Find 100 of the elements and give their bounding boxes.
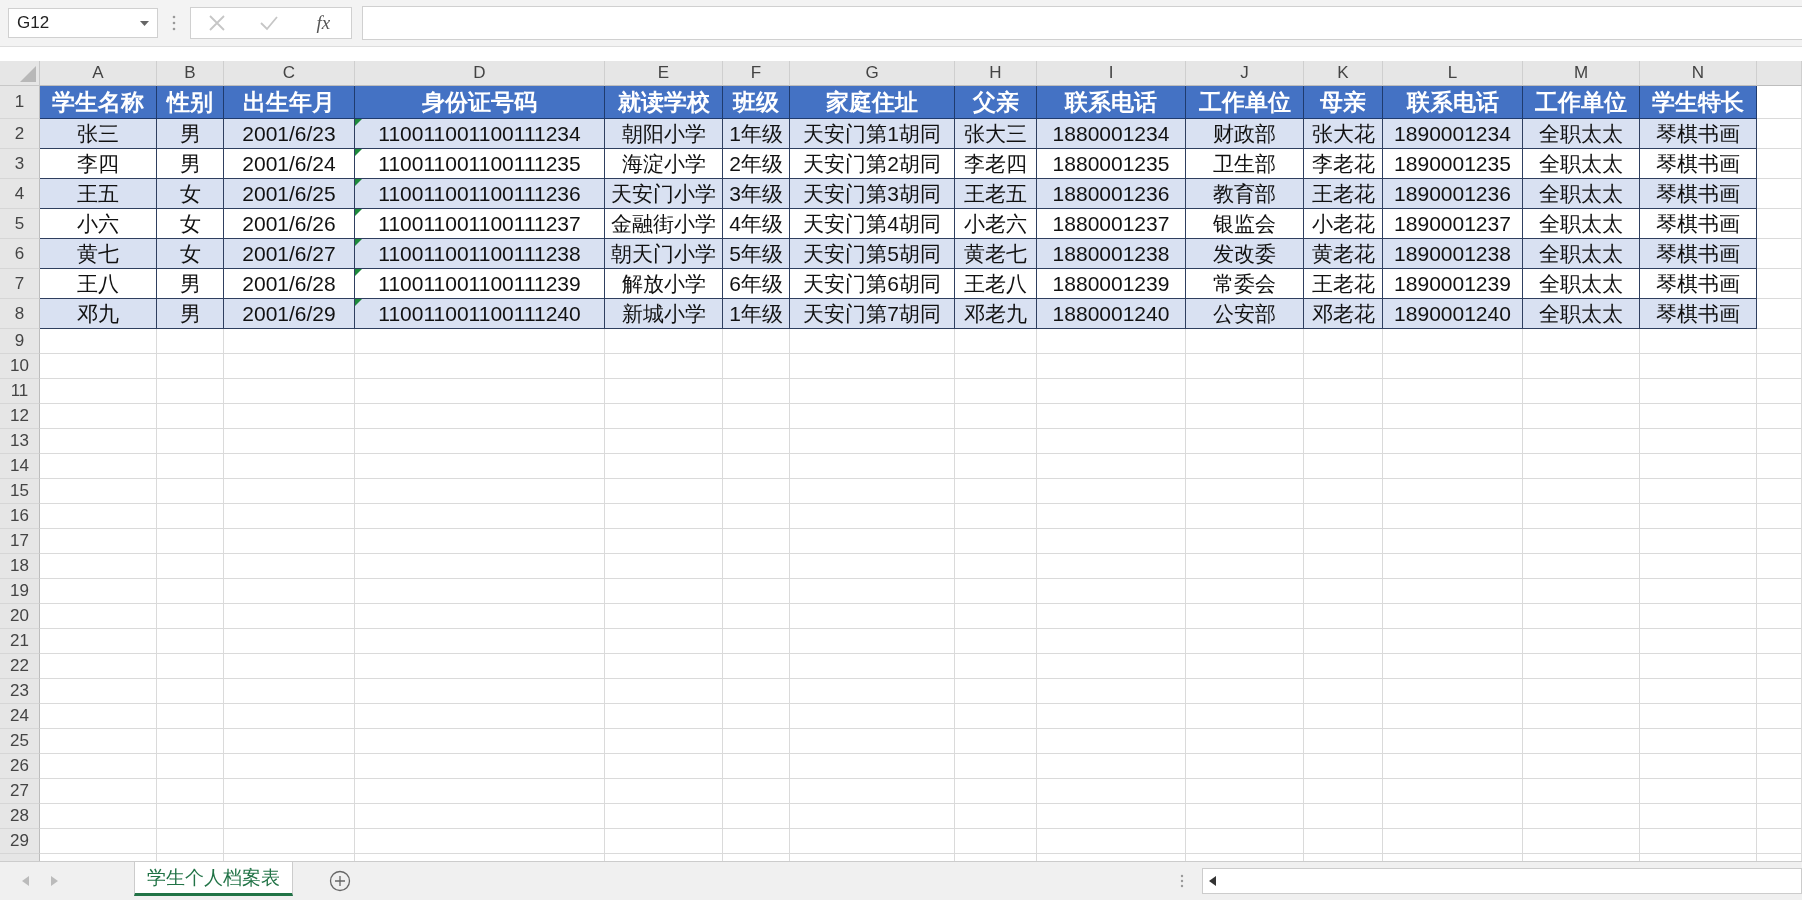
empty-cell[interactable] (157, 779, 224, 804)
empty-cell[interactable] (1304, 679, 1383, 704)
empty-cell[interactable] (1037, 704, 1186, 729)
empty-cell[interactable] (1383, 404, 1523, 429)
row-header[interactable]: 27 (0, 779, 40, 804)
empty-cell[interactable] (224, 404, 355, 429)
empty-cell[interactable] (723, 829, 790, 854)
empty-cell[interactable] (1037, 629, 1186, 654)
empty-cell[interactable] (1304, 404, 1383, 429)
empty-cell[interactable] (1383, 604, 1523, 629)
empty-cell[interactable] (157, 679, 224, 704)
empty-cell[interactable] (723, 529, 790, 554)
empty-cell[interactable] (605, 329, 723, 354)
empty-cell[interactable] (790, 504, 955, 529)
empty-cell[interactable] (605, 829, 723, 854)
empty-cell[interactable] (790, 654, 955, 679)
empty-cell[interactable] (1523, 479, 1640, 504)
empty-cell[interactable] (224, 429, 355, 454)
empty-cell[interactable] (1186, 629, 1304, 654)
empty-cell[interactable] (157, 604, 224, 629)
empty-cell[interactable] (1757, 729, 1802, 754)
empty-cell[interactable] (1523, 454, 1640, 479)
empty-cell[interactable] (955, 804, 1037, 829)
empty-cell[interactable] (1304, 579, 1383, 604)
empty-cell[interactable] (605, 579, 723, 604)
empty-cell[interactable] (1186, 329, 1304, 354)
row-header[interactable]: 10 (0, 354, 40, 379)
empty-cell[interactable] (224, 329, 355, 354)
empty-cell[interactable] (605, 754, 723, 779)
empty-cell[interactable] (790, 779, 955, 804)
empty-cell[interactable] (605, 429, 723, 454)
empty-cell[interactable] (1186, 529, 1304, 554)
column-header[interactable]: F (723, 61, 790, 86)
row-header[interactable]: 23 (0, 679, 40, 704)
empty-cell[interactable] (1757, 454, 1802, 479)
empty-cell[interactable] (157, 804, 224, 829)
empty-cell[interactable] (224, 579, 355, 604)
empty-cell[interactable] (1383, 804, 1523, 829)
empty-cell[interactable] (605, 779, 723, 804)
checkmark-icon[interactable] (259, 15, 280, 31)
empty-cell[interactable] (355, 479, 605, 504)
empty-cell[interactable] (955, 654, 1037, 679)
empty-cell[interactable] (1640, 379, 1757, 404)
empty-cell[interactable] (723, 454, 790, 479)
empty-cell[interactable] (1304, 729, 1383, 754)
empty-cell[interactable] (224, 829, 355, 854)
empty-cell[interactable] (1383, 704, 1523, 729)
empty-cell[interactable] (1304, 629, 1383, 654)
empty-cell[interactable] (1640, 779, 1757, 804)
empty-cell[interactable] (605, 529, 723, 554)
empty-cell[interactable] (955, 529, 1037, 554)
empty-cell[interactable] (157, 829, 224, 854)
empty-cell[interactable] (790, 454, 955, 479)
empty-cell[interactable] (157, 354, 224, 379)
empty-cell[interactable] (1640, 704, 1757, 729)
empty-cell[interactable] (224, 729, 355, 754)
empty-cell[interactable] (157, 629, 224, 654)
empty-cell[interactable] (1037, 454, 1186, 479)
empty-cell[interactable] (1186, 804, 1304, 829)
empty-cell[interactable] (224, 479, 355, 504)
row-header[interactable]: 20 (0, 604, 40, 629)
row-header[interactable]: 11 (0, 379, 40, 404)
empty-cell[interactable] (955, 404, 1037, 429)
empty-cell[interactable] (1304, 654, 1383, 679)
empty-cell[interactable] (355, 329, 605, 354)
empty-cell[interactable] (790, 579, 955, 604)
column-header[interactable]: A (40, 61, 157, 86)
empty-cell[interactable] (1383, 354, 1523, 379)
empty-cell[interactable] (1037, 529, 1186, 554)
empty-cell[interactable] (790, 704, 955, 729)
row-header[interactable]: 25 (0, 729, 40, 754)
empty-cell[interactable] (1757, 604, 1802, 629)
row-header[interactable]: 1 (0, 86, 40, 119)
empty-cell[interactable] (1523, 754, 1640, 779)
empty-cell[interactable] (1640, 629, 1757, 654)
empty-cell[interactable] (605, 354, 723, 379)
empty-cell[interactable] (1523, 829, 1640, 854)
row-header[interactable]: 21 (0, 629, 40, 654)
empty-cell[interactable] (790, 804, 955, 829)
empty-cell[interactable] (1523, 379, 1640, 404)
empty-cell[interactable] (1383, 579, 1523, 604)
empty-cell[interactable] (1523, 679, 1640, 704)
empty-cell[interactable] (790, 479, 955, 504)
empty-cell[interactable] (605, 504, 723, 529)
empty-cell[interactable] (1037, 404, 1186, 429)
empty-cell[interactable] (1640, 679, 1757, 704)
empty-cell[interactable] (1523, 654, 1640, 679)
empty-cell[interactable] (955, 754, 1037, 779)
next-sheet-icon[interactable] (50, 876, 58, 886)
empty-cell[interactable] (1757, 404, 1802, 429)
empty-cell[interactable] (790, 329, 955, 354)
cancel-icon[interactable] (207, 14, 226, 32)
empty-cell[interactable] (1757, 629, 1802, 654)
empty-cell[interactable] (723, 329, 790, 354)
empty-cell[interactable] (1640, 829, 1757, 854)
empty-cell[interactable] (157, 579, 224, 604)
empty-cell[interactable] (1037, 604, 1186, 629)
empty-cell[interactable] (1757, 829, 1802, 854)
empty-cell[interactable] (157, 404, 224, 429)
empty-cell[interactable] (605, 379, 723, 404)
